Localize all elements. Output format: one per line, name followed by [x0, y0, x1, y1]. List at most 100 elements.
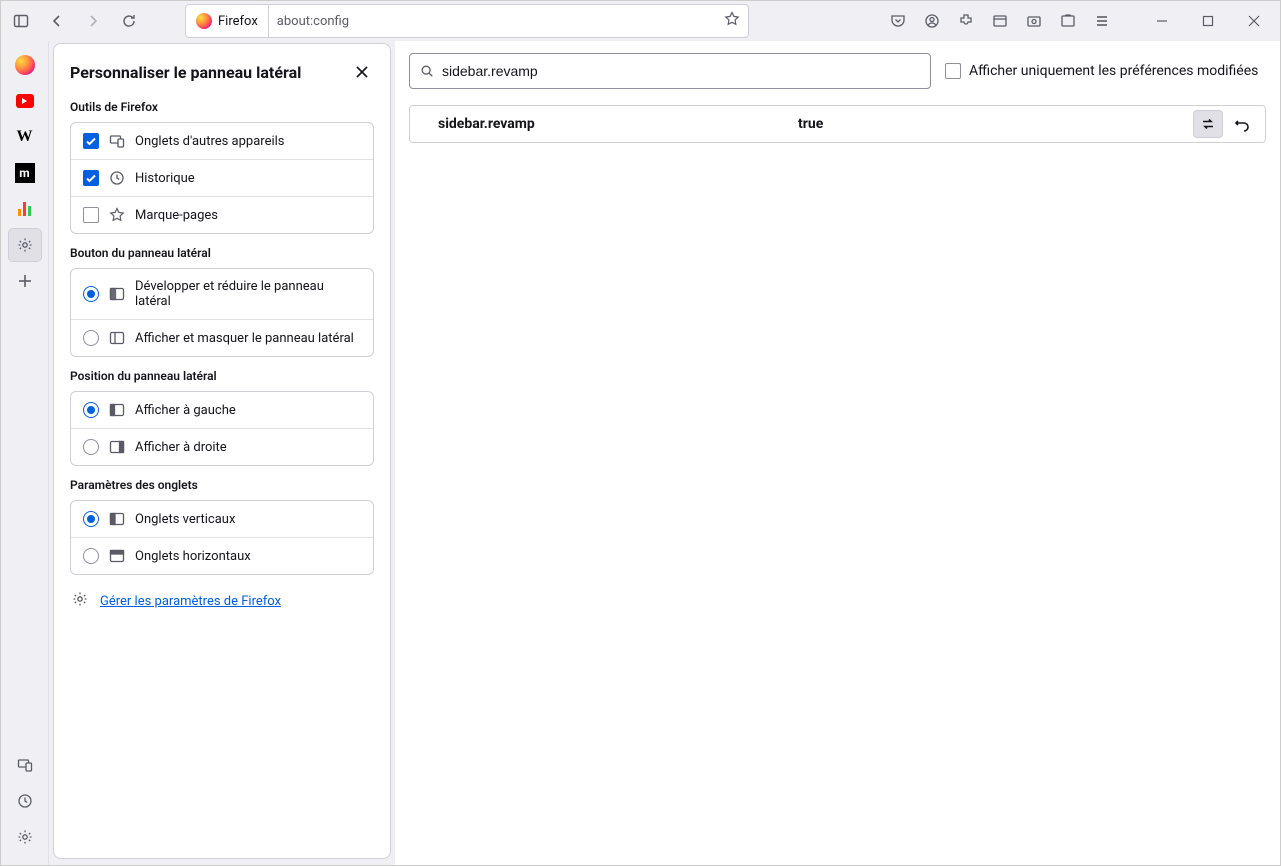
- toggle-arrows-icon: [1200, 116, 1216, 132]
- rail-m-tab[interactable]: m: [9, 157, 41, 189]
- checkbox-icon: [83, 207, 99, 223]
- config-search-input[interactable]: [442, 63, 920, 79]
- reload-button[interactable]: [113, 5, 145, 37]
- radio-icon: [83, 330, 99, 346]
- search-icon: [420, 64, 434, 78]
- radio-icon: [83, 402, 99, 418]
- window-controls: [1140, 5, 1276, 37]
- vertical-tab-rail: W m: [1, 41, 49, 865]
- position-right-row[interactable]: Afficher à droite: [71, 429, 373, 465]
- tool-synced-tabs-row[interactable]: Onglets d'autres appareils: [71, 123, 373, 160]
- rail-new-tab-button[interactable]: [9, 265, 41, 297]
- config-search-box[interactable]: [409, 53, 931, 89]
- downloads-button[interactable]: [1052, 5, 1084, 37]
- extensions-button[interactable]: [950, 5, 982, 37]
- app-menu-button[interactable]: [1086, 5, 1118, 37]
- button-showhide-row[interactable]: Afficher et masquer le panneau latéral: [71, 320, 373, 356]
- devices-icon: [109, 133, 125, 149]
- position-group: Afficher à gauche Afficher à droite: [70, 391, 374, 466]
- pref-reset-button[interactable]: [1227, 110, 1257, 138]
- radio-icon: [83, 286, 99, 302]
- tab-strip: Firefox about:config: [185, 4, 749, 38]
- gear-icon: [17, 829, 33, 845]
- tabs-vertical-label: Onglets verticaux: [135, 512, 235, 527]
- customize-sidebar-panel: Personnaliser le panneau latéral Outils …: [53, 43, 391, 859]
- account-button[interactable]: [916, 5, 948, 37]
- pref-results: sidebar.revamp true: [409, 105, 1266, 143]
- pref-toggle-button[interactable]: [1193, 110, 1223, 138]
- bookmark-star-icon[interactable]: [724, 11, 740, 31]
- section-tools-label: Outils de Firefox: [70, 100, 374, 114]
- tabs-vertical-row[interactable]: Onglets verticaux: [71, 501, 373, 538]
- library-button[interactable]: [984, 5, 1016, 37]
- rail-history-button[interactable]: [9, 785, 41, 817]
- position-left-label: Afficher à gauche: [135, 403, 236, 418]
- radio-icon: [83, 439, 99, 455]
- button-expand-label: Développer et réduire le panneau latéral: [135, 279, 361, 309]
- tools-group: Onglets d'autres appareils Historique Ma…: [70, 122, 374, 234]
- section-position-label: Position du panneau latéral: [70, 369, 374, 383]
- checkbox-icon: [83, 170, 99, 186]
- tabs-orientation-group: Onglets verticaux Onglets horizontaux: [70, 500, 374, 575]
- position-left-row[interactable]: Afficher à gauche: [71, 392, 373, 429]
- gear-icon: [17, 237, 33, 253]
- sidebar-toggle-button[interactable]: [5, 5, 37, 37]
- tab-label: Firefox: [218, 14, 258, 29]
- button-expand-row[interactable]: Développer et réduire le panneau latéral: [71, 269, 373, 320]
- checkbox-icon: [945, 63, 961, 79]
- devices-icon: [17, 757, 33, 773]
- close-icon: [355, 65, 369, 79]
- tabs-horizontal-label: Onglets horizontaux: [135, 549, 251, 564]
- window-close-button[interactable]: [1232, 5, 1276, 37]
- m-site-icon: m: [15, 163, 35, 183]
- about-config-content: Afficher uniquement les préférences modi…: [395, 41, 1280, 865]
- checkbox-icon: [83, 133, 99, 149]
- browser-tab[interactable]: Firefox: [185, 4, 269, 38]
- rail-youtube-tab[interactable]: [9, 85, 41, 117]
- panel-title: Personnaliser le panneau latéral: [70, 63, 301, 82]
- browser-toolbar: Firefox about:config: [1, 1, 1280, 41]
- window-maximize-button[interactable]: [1186, 5, 1230, 37]
- radio-icon: [83, 548, 99, 564]
- wikipedia-icon: W: [17, 128, 33, 146]
- plus-icon: [17, 273, 33, 289]
- panel-right-icon: [109, 439, 125, 455]
- rail-customize-button[interactable]: [9, 229, 41, 261]
- nav-back-button[interactable]: [41, 5, 73, 37]
- tabs-vertical-icon: [109, 511, 125, 527]
- history-icon: [17, 793, 33, 809]
- tool-bookmarks-row[interactable]: Marque-pages: [71, 197, 373, 233]
- panel-expand-icon: [109, 286, 125, 302]
- tabs-horizontal-row[interactable]: Onglets horizontaux: [71, 538, 373, 574]
- tool-synced-tabs-label: Onglets d'autres appareils: [135, 134, 285, 149]
- undo-icon: [1234, 116, 1250, 132]
- rail-synced-tabs-button[interactable]: [9, 749, 41, 781]
- pref-row: sidebar.revamp true: [409, 105, 1266, 143]
- firefox-favicon-icon: [196, 13, 212, 29]
- rail-wikipedia-tab[interactable]: W: [9, 121, 41, 153]
- rail-settings-button[interactable]: [9, 821, 41, 853]
- youtube-icon: [16, 94, 34, 108]
- pocket-button[interactable]: [882, 5, 914, 37]
- screenshot-button[interactable]: [1018, 5, 1050, 37]
- panel-left-icon: [109, 402, 125, 418]
- tool-history-row[interactable]: Historique: [71, 160, 373, 197]
- panel-close-button[interactable]: [350, 60, 374, 84]
- radio-icon: [83, 511, 99, 527]
- rail-firefox-tab[interactable]: [9, 49, 41, 81]
- url-bar[interactable]: about:config: [269, 4, 749, 38]
- rail-stats-tab[interactable]: [9, 193, 41, 225]
- nav-forward-button[interactable]: [77, 5, 109, 37]
- pref-name: sidebar.revamp: [438, 116, 798, 132]
- firefox-icon: [15, 55, 35, 75]
- tabs-horizontal-icon: [109, 548, 125, 564]
- toolbar-left: [5, 5, 145, 37]
- manage-firefox-settings-link[interactable]: Gérer les paramètres de Firefox: [100, 594, 281, 609]
- toolbar-right: [882, 5, 1276, 37]
- window-minimize-button[interactable]: [1140, 5, 1184, 37]
- section-button-label: Bouton du panneau latéral: [70, 246, 374, 260]
- pref-value: true: [798, 116, 1193, 132]
- tool-history-label: Historique: [135, 171, 195, 186]
- url-text: about:config: [277, 14, 349, 29]
- show-modified-only-checkbox[interactable]: Afficher uniquement les préférences modi…: [945, 63, 1258, 79]
